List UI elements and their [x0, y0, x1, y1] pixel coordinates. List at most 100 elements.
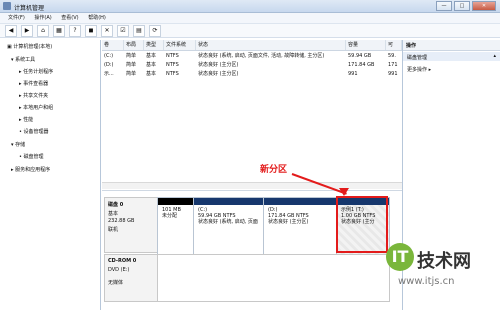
expand-icon: ▴ [493, 53, 496, 59]
cell-type: 基本 [146, 71, 157, 77]
tree-performance[interactable]: ▸ 性能 [19, 116, 33, 123]
tree-root[interactable]: ▣ 计算机管理(本地) [7, 43, 52, 50]
minimize-button[interactable]: — [436, 1, 452, 11]
up-icon[interactable]: ⌂ [37, 24, 49, 37]
partition-d[interactable]: (D:) 171.84 GB NTFS 状态良好 (主分区) [263, 197, 337, 255]
cdrom-area [157, 254, 390, 302]
annotation-arrowhead [339, 188, 349, 196]
disk0-type: 基本 [108, 211, 119, 217]
tree-event-viewer[interactable]: ▸ 事件查看器 [19, 80, 48, 87]
annotation-rectangle [336, 196, 388, 253]
watermark-url: www.itjs.cn [398, 276, 455, 287]
actions-selected[interactable]: 磁盘管理 ▴ [403, 52, 500, 61]
table-row[interactable]: (C:) 简单 基本 NTFS 状态良好 (系统, 启动, 页面文件, 活动, … [102, 52, 402, 60]
col-type[interactable]: 类型 [144, 40, 164, 50]
col-layout[interactable]: 布局 [124, 40, 144, 50]
disk-icon[interactable]: ◼ [85, 24, 97, 37]
view-icon[interactable]: ▤ [133, 24, 145, 37]
col-status[interactable]: 状态 [196, 40, 346, 50]
cell-status: 状态良好 (主分区) [198, 62, 239, 68]
cell-status: 状态良好 (系统, 启动, 页面文件, 活动, 故障转储, 主分区) [198, 53, 325, 59]
menu-help[interactable]: 帮助(H) [88, 15, 106, 21]
partition-c[interactable]: (C:) 59.94 GB NTFS 状态良好 (系统, 启动, 页面 [193, 197, 264, 255]
cell-layout: 简单 [126, 71, 137, 77]
forward-icon[interactable]: ▶ [21, 24, 33, 37]
partition-detail: 状态良好 (主分区) [268, 219, 309, 225]
actions-title: 操作 [406, 43, 417, 49]
disk0-label: 磁盘 0 基本 232.88 GB 联机 [104, 197, 158, 253]
col-capacity[interactable]: 容量 [346, 40, 386, 50]
properties-icon[interactable]: ☑ [117, 24, 129, 37]
tools-icon: ▾ [11, 57, 14, 63]
partition-unallocated[interactable]: 101 MB 未分配 [157, 197, 194, 255]
tree-services-apps[interactable]: ▸ 服务和应用程序 [11, 166, 50, 173]
menu-action[interactable]: 操作(A) [34, 15, 51, 21]
tree-system-tools[interactable]: ▾ 系统工具 [11, 56, 35, 63]
partition-bar [264, 198, 336, 205]
window-title: 计算机管理 [14, 5, 45, 12]
window-controls: — □ ✕ [436, 1, 496, 11]
cell-type: 基本 [146, 62, 157, 68]
title-bar: 计算机管理 — □ ✕ [0, 0, 500, 13]
back-icon[interactable]: ◀ [5, 24, 17, 37]
partition-detail: 未分配 [162, 213, 178, 219]
maximize-button[interactable]: □ [454, 1, 470, 11]
volume-table-header: 卷 布局 类型 文件系统 状态 容量 可 [102, 40, 402, 51]
watermark-brand: 技术网 [417, 251, 471, 272]
tree-disk-management[interactable]: • 磁盘管理 [19, 153, 44, 160]
help-icon[interactable]: ? [69, 24, 81, 37]
actions-header: 操作 [403, 40, 500, 51]
cell-layout: 简单 [126, 62, 137, 68]
storage-icon: ▾ [11, 142, 14, 148]
computer-icon: ▣ [7, 44, 12, 50]
cdrom0-label: CD-ROM 0 DVD (E:) 无媒体 [104, 254, 158, 302]
annotation-text: 新分区 [260, 165, 288, 175]
cell-capacity: 59.94 GB [348, 53, 372, 59]
partition-detail: 状态良好 (系统, 启动, 页面 [198, 219, 258, 225]
cell-type: 基本 [146, 53, 157, 59]
folder-icon: ▸ [19, 93, 22, 99]
partition-bar [194, 198, 263, 205]
refresh-icon[interactable]: ⟳ [149, 24, 161, 37]
menu-bar: 文件(F) 操作(A) 查看(V) 帮助(H) [0, 13, 500, 24]
tree-storage[interactable]: ▾ 存储 [11, 141, 25, 148]
selected-item: 磁盘管理 [407, 55, 428, 61]
cell-volume: (C:) [104, 53, 114, 59]
menu-view[interactable]: 查看(V) [61, 15, 78, 21]
cell-capacity: 991 [348, 71, 358, 77]
cdrom-media: 无媒体 [108, 280, 124, 286]
cell-free: 991 [388, 71, 398, 77]
watermark: IT 技术网 www.itjs.cn [386, 239, 498, 309]
tree-task-scheduler[interactable]: ▸ 任务计划程序 [19, 68, 53, 75]
close-button[interactable]: ✕ [472, 1, 496, 11]
cell-capacity: 171.84 GB [348, 62, 375, 68]
col-volume[interactable]: 卷 [102, 40, 124, 50]
disk-management-icon: • [19, 154, 22, 160]
services-icon: ▸ [11, 167, 14, 173]
disk0-size: 232.88 GB [108, 218, 135, 224]
tree-local-users[interactable]: ▸ 本地用户和组 [19, 104, 53, 111]
table-row[interactable]: 示... 简单 基本 NTFS 状态良好 (主分区) 991 991 [102, 70, 402, 78]
device-icon: • [19, 129, 22, 135]
tree-shared-folders[interactable]: ▸ 共享文件夹 [19, 92, 48, 99]
cell-free: 171 [388, 62, 398, 68]
grid-icon[interactable]: ▦ [53, 24, 65, 37]
cell-volume: (D:) [104, 62, 114, 68]
cell-layout: 简单 [126, 53, 137, 59]
cell-status: 状态良好 (主分区) [198, 71, 239, 77]
menu-file[interactable]: 文件(F) [8, 15, 25, 21]
table-row[interactable]: (D:) 简单 基本 NTFS 状态良好 (主分区) 171.84 GB 171 [102, 61, 402, 69]
delete-icon[interactable]: ✕ [101, 24, 113, 37]
col-filesystem[interactable]: 文件系统 [164, 40, 196, 50]
app-icon [3, 2, 11, 10]
col-free[interactable]: 可 [386, 40, 402, 50]
more-actions[interactable]: 更多操作 ▸ [407, 66, 431, 73]
cell-filesystem: NTFS [166, 62, 179, 68]
arrow-icon: ▸ [428, 67, 432, 73]
users-icon: ▸ [19, 105, 22, 111]
watermark-logo-icon: IT [386, 243, 414, 271]
horizontal-scrollbar[interactable] [102, 182, 402, 189]
tree-device-manager[interactable]: • 设备管理器 [19, 128, 49, 135]
partition-bar [158, 198, 193, 205]
disk0-name: 磁盘 0 [108, 202, 124, 208]
